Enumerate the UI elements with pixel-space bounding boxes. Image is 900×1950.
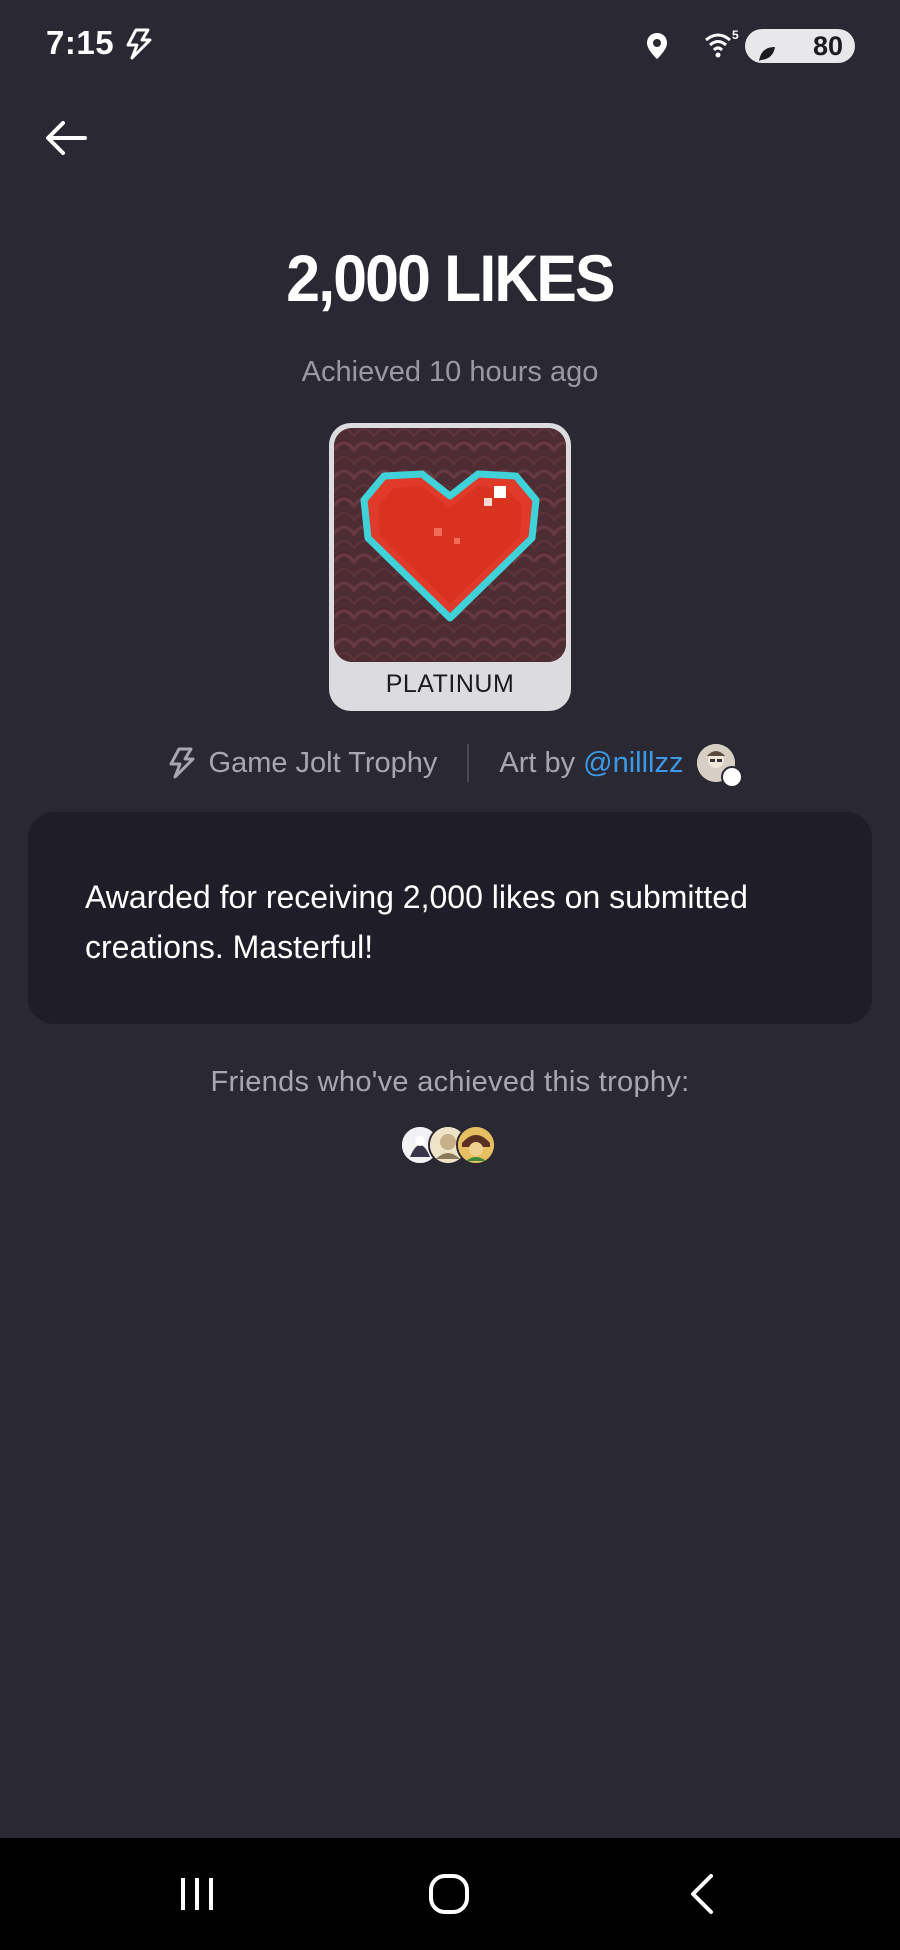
back-button[interactable] <box>40 112 92 164</box>
gamejolt-bolt-icon <box>122 28 154 65</box>
friend-avatar[interactable] <box>456 1125 496 1165</box>
description-card: Awarded for receiving 2,000 likes on sub… <box>28 812 872 1024</box>
friends-avatars <box>400 1125 510 1165</box>
trophy-meta-row: Game Jolt Trophy Art by @nilllzz <box>0 740 900 788</box>
home-icon <box>429 1874 469 1914</box>
friends-label: Friends who've achieved this trophy: <box>210 1066 690 1098</box>
chevron-left-icon <box>691 1874 713 1914</box>
achieved-time: Achieved 10 hours ago <box>301 356 599 388</box>
wifi-icon: 5 <box>704 28 740 65</box>
recent-apps-button[interactable] <box>127 1838 267 1950</box>
system-back-button[interactable] <box>632 1838 772 1950</box>
verified-badge-icon <box>721 766 744 788</box>
home-button[interactable] <box>379 1838 519 1950</box>
battery-level: 80 <box>812 31 843 61</box>
svg-text:5: 5 <box>732 30 739 42</box>
trophy-card: PLATINUM <box>329 423 571 711</box>
artist-link[interactable]: @nilllzz <box>583 747 683 780</box>
recent-apps-icon <box>181 1878 213 1910</box>
power-saving-icon <box>757 37 777 71</box>
system-nav-bar <box>0 1838 900 1950</box>
art-by-label: Art by <box>499 746 576 779</box>
location-icon <box>646 32 668 65</box>
status-bar: 7:15 5 80 <box>0 0 900 92</box>
artist-avatar[interactable] <box>697 744 744 788</box>
trophy-title: 2,000 LIKES <box>286 241 615 315</box>
gamejolt-bolt-icon <box>165 747 197 779</box>
trophy-heart-image <box>334 428 566 662</box>
trophy-tier: PLATINUM <box>385 670 515 698</box>
battery-indicator: 80 <box>745 29 855 63</box>
divider <box>467 744 470 782</box>
trophy-source: Game Jolt Trophy <box>208 746 438 779</box>
status-time: 7:15 <box>46 24 115 61</box>
arrow-left-icon <box>46 121 87 155</box>
trophy-description: Awarded for receiving 2,000 likes on sub… <box>85 879 748 965</box>
